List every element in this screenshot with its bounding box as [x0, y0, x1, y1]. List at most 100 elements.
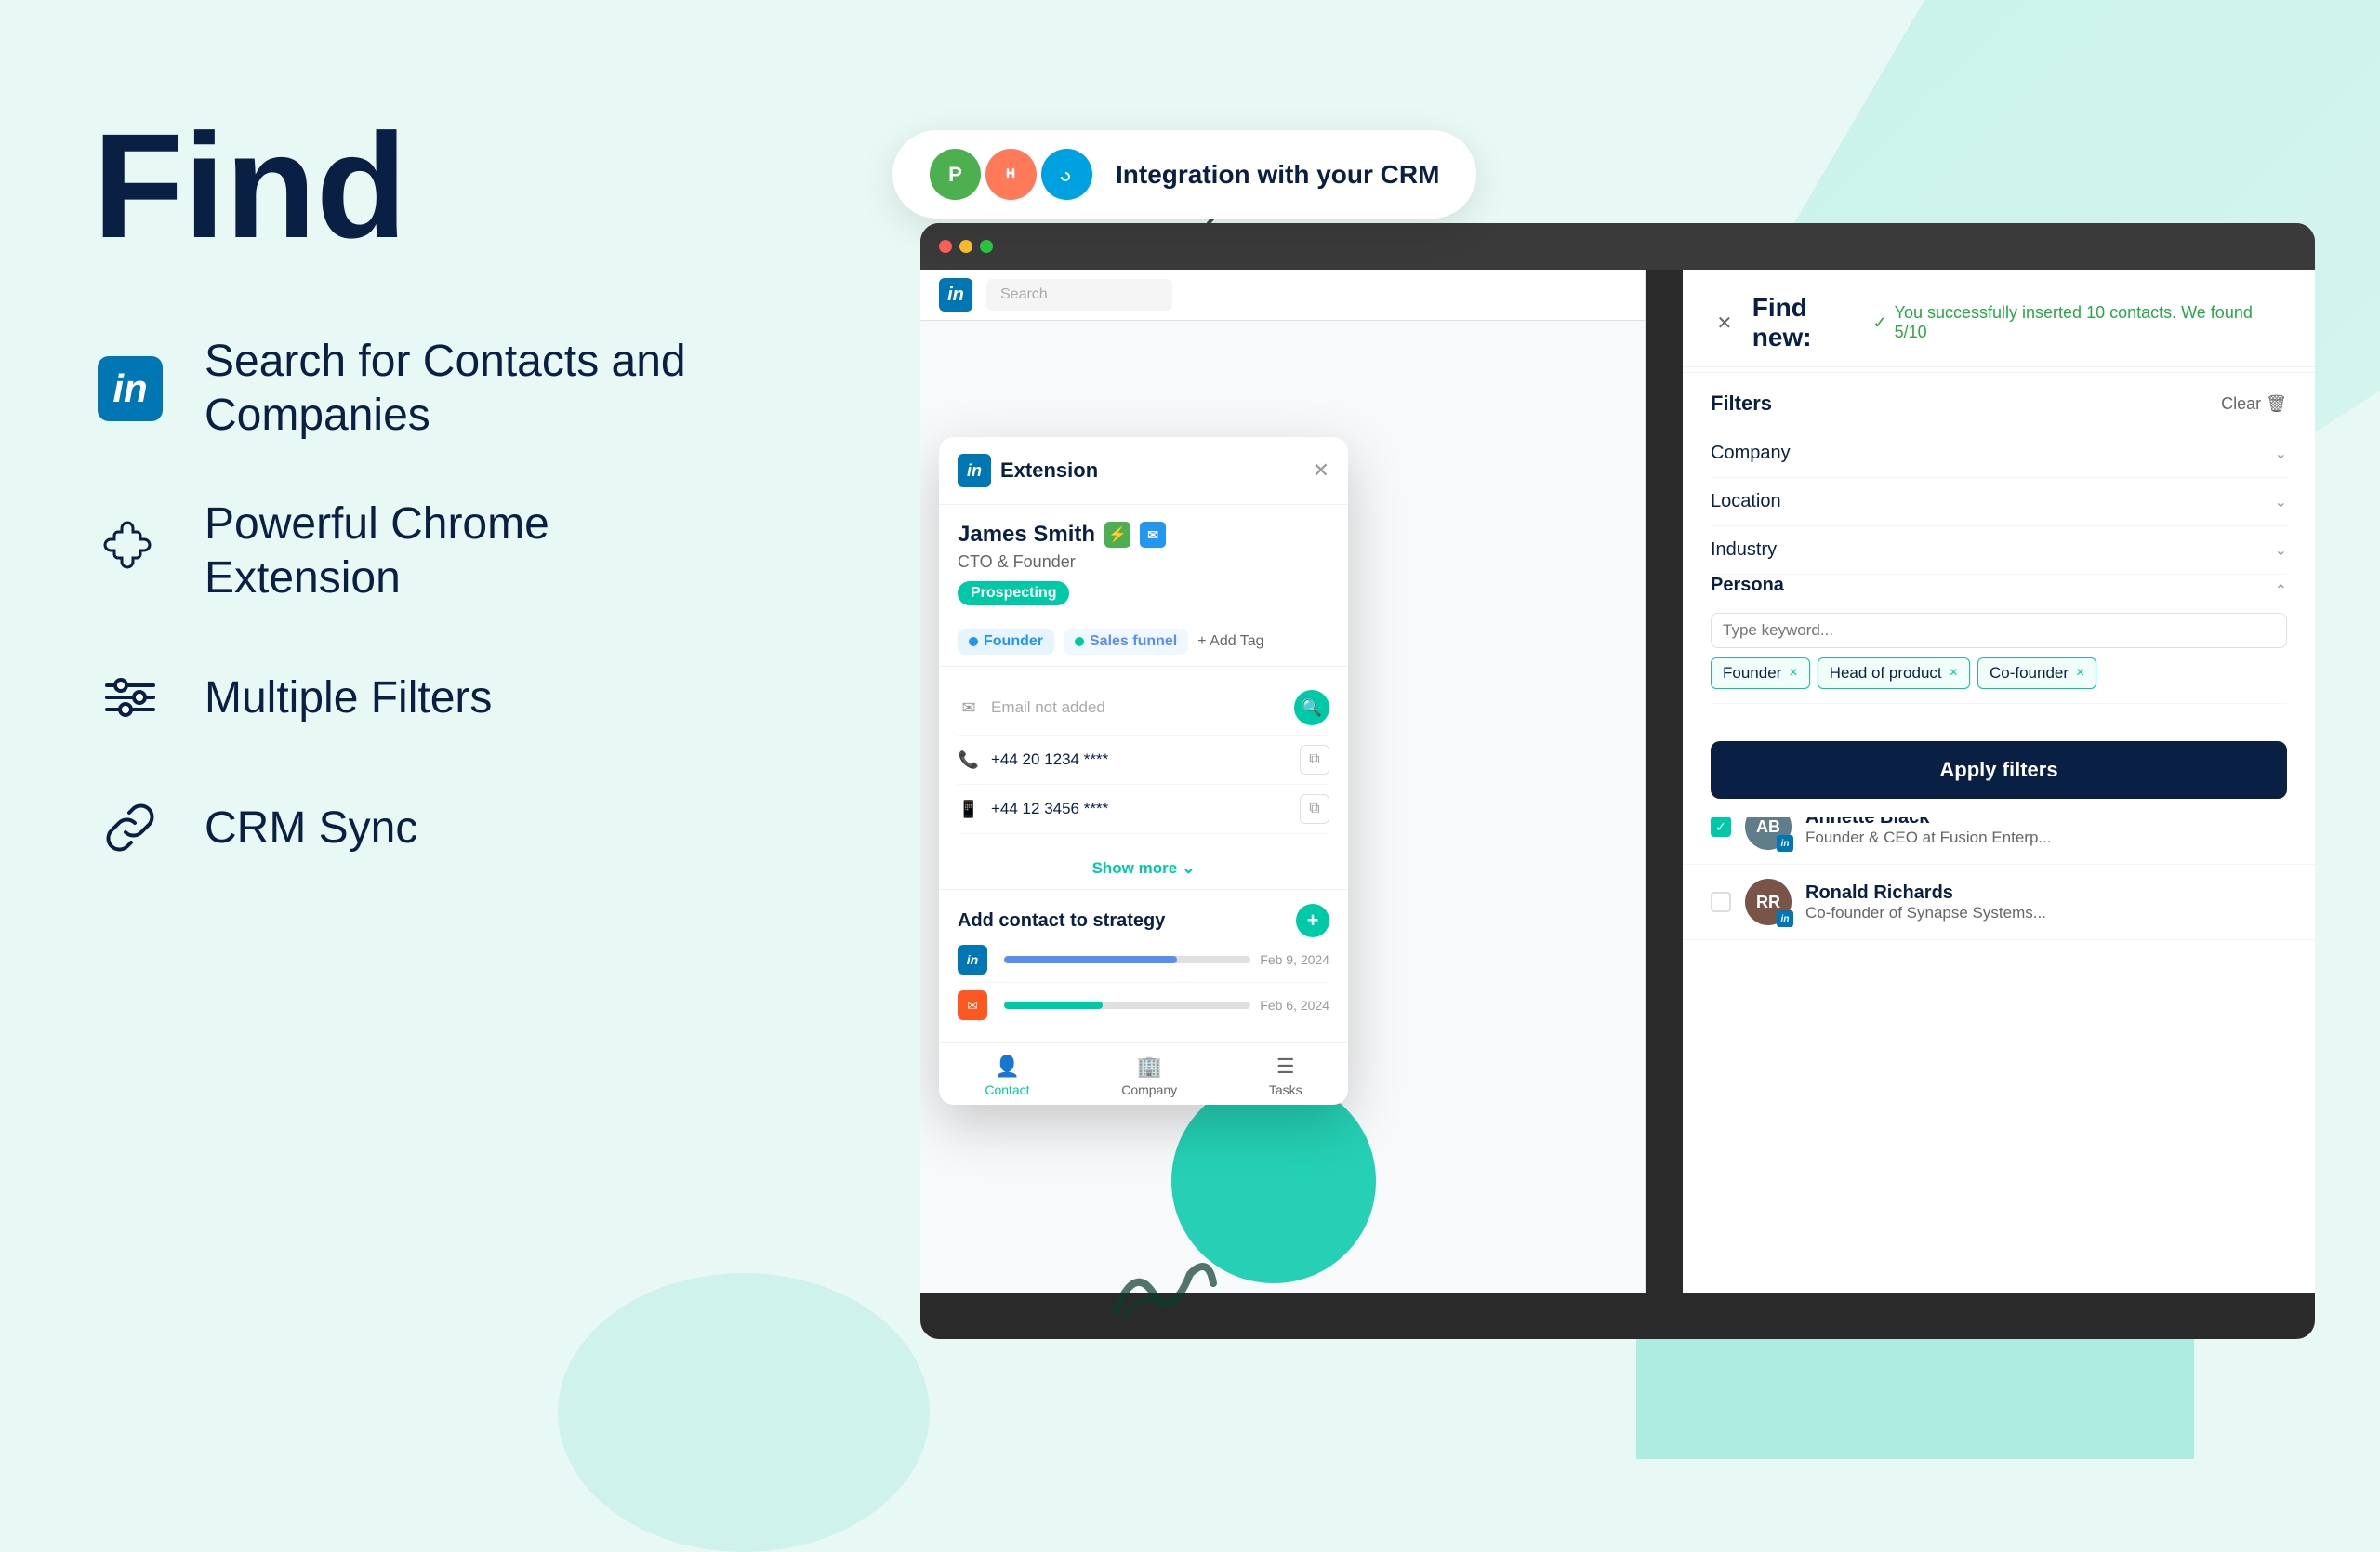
puzzle-icon	[93, 514, 167, 589]
filter-location-row[interactable]: Location ⌄	[1711, 478, 2287, 526]
extension-close-button[interactable]: ✕	[1313, 458, 1329, 483]
feature-item-linkedin: in Search for Contacts andCompanies	[93, 335, 744, 442]
email-icon: ✉	[958, 696, 980, 719]
sales-funnel-tag[interactable]: Sales funnel	[1064, 629, 1188, 655]
filter-overlay: Filters Clear 🗑 Company ⌄ Location ⌄	[1683, 372, 2315, 817]
extension-title: Extension	[1000, 458, 1098, 483]
contact-avatar-ronald: RR in	[1745, 879, 1792, 925]
feature-text-filters: Multiple Filters	[205, 671, 492, 725]
linkedin-icon: in	[93, 352, 167, 426]
phone-icon: 📞	[958, 749, 980, 771]
strategy-item-1: in Feb 9, 2024	[958, 937, 1329, 983]
salesforce-icon	[1041, 149, 1092, 200]
brush-stroke-decoration	[1106, 1246, 1218, 1320]
extension-popup: in Extension ✕ James Smith ⚡ ✉ CTO & Fou…	[939, 437, 1348, 1105]
dot-icon	[1075, 637, 1084, 646]
bg-li-logo: in	[939, 278, 972, 312]
chevron-up-icon: ⌃	[2275, 581, 2287, 600]
chevron-down-icon: ⌄	[2275, 444, 2287, 463]
filters-icon	[93, 660, 167, 735]
right-section: P Integration with your CRM in Search	[800, 74, 2380, 1376]
left-section: Find in Search for Contacts andCompanies…	[93, 112, 744, 865]
feature-text-crm: CRM Sync	[205, 802, 417, 856]
add-tag-button[interactable]: + Add Tag	[1197, 633, 1263, 650]
phone1-value: +44 20 1234 ****	[991, 750, 1108, 769]
chevron-down-icon: ⌄	[2275, 541, 2287, 560]
remove-head-tag-button[interactable]: ×	[1950, 665, 1958, 682]
persona-search-input[interactable]	[1711, 613, 2287, 648]
li-badge: in	[1777, 835, 1793, 852]
apply-filters-button[interactable]: Apply filters	[1711, 741, 2287, 799]
contact-info-ronald: Ronald Richards Co-founder of Synapse Sy…	[1805, 882, 2287, 922]
bolt-icon: ⚡	[1104, 522, 1130, 548]
phone2-value: +44 12 3456 ****	[991, 800, 1108, 818]
feature-text-linkedin: Search for Contacts andCompanies	[205, 335, 686, 442]
find-new-title: Find new:	[1752, 293, 1873, 352]
filter-clear-button[interactable]: Clear 🗑	[2221, 394, 2287, 414]
filter-header: Filters Clear 🗑	[1711, 391, 2287, 416]
mobile-icon: 📱	[958, 798, 980, 820]
strategy-date-2: Feb 6, 2024	[1260, 998, 1329, 1013]
contact-role: CTO & Founder	[958, 552, 1329, 572]
chevron-down-icon: ⌄	[2275, 493, 2287, 511]
filter-company-row[interactable]: Company ⌄	[1711, 430, 2287, 478]
founder-tag[interactable]: Founder	[958, 629, 1054, 655]
feature-item-filters: Multiple Filters	[93, 660, 744, 735]
filter-panel: Filters Clear 🗑 Company ⌄ Location ⌄	[1683, 373, 2315, 723]
add-strategy-button[interactable]: +	[1296, 904, 1329, 937]
extension-bottom-nav: 👤 Contact 🏢 Company ☰ Tasks	[939, 1042, 1348, 1105]
find-new-close-button[interactable]: ✕	[1711, 309, 1739, 337]
copy-phone2-button[interactable]: ⧉	[1300, 794, 1329, 824]
nav-tasks[interactable]: ☰ Tasks	[1269, 1055, 1302, 1097]
persona-filter-label: Persona	[1711, 575, 1784, 596]
persona-tag-cofounder: Co-founder ×	[1977, 657, 2096, 689]
contact-details: ✉ Email not added 🔍 📞 +44 20 1234 **** ⧉	[939, 667, 1348, 848]
browser-minimize-dot	[959, 240, 972, 253]
show-more-button[interactable]: Show more ⌄	[939, 848, 1348, 889]
remove-cofounder-tag-button[interactable]: ×	[2076, 665, 2084, 682]
persona-tags: Founder × Head of product × Co-founder ×	[1711, 657, 2287, 689]
extension-header: in Extension ✕	[939, 437, 1348, 505]
contact-checkbox-annette[interactable]: ✓	[1711, 816, 1731, 837]
email-row: ✉ Email not added 🔍	[958, 681, 1329, 736]
hero-title: Find	[93, 112, 744, 260]
success-message: ✓ You successfully inserted 10 contacts.…	[1873, 303, 2287, 342]
bg-li-topbar: in Search	[920, 270, 1645, 321]
crm-bubble: P Integration with your CRM	[892, 130, 1476, 219]
nav-contact[interactable]: 👤 Contact	[985, 1055, 1029, 1097]
filter-industry-label: Industry	[1711, 539, 1777, 561]
filter-location-label: Location	[1711, 491, 1781, 512]
prospecting-tag: Prospecting	[958, 581, 1069, 605]
contact-title-ronald: Co-founder of Synapse Systems...	[1805, 904, 2287, 922]
li-badge: in	[1777, 910, 1793, 927]
success-check-icon: ✓	[1873, 313, 1887, 333]
tasks-nav-icon: ☰	[1276, 1055, 1295, 1079]
message-icon: ✉	[1140, 522, 1166, 548]
search-email-button[interactable]: 🔍	[1294, 690, 1329, 725]
email-strategy-icon: ✉	[958, 990, 987, 1020]
link-icon	[93, 790, 167, 865]
nav-company[interactable]: 🏢 Company	[1121, 1055, 1177, 1097]
filter-industry-row[interactable]: Industry ⌄	[1711, 526, 2287, 575]
strategy-progress-bar	[1004, 956, 1250, 963]
browser-container: in Search ✕ Find new: ✓ You successfully…	[920, 223, 2315, 1339]
extension-title-row: in Extension	[958, 454, 1098, 487]
persona-filter-section: Persona ⌃ Founder × Head of product ×	[1711, 575, 2287, 704]
remove-founder-tag-button[interactable]: ×	[1789, 665, 1797, 682]
bg-search-input: Search	[986, 279, 1172, 311]
feature-text-extension: Powerful ChromeExtension	[205, 497, 549, 604]
browser-bar	[920, 223, 2315, 270]
contact-title-annette: Founder & CEO at Fusion Enterp...	[1805, 829, 2287, 847]
success-text: You successfully inserted 10 contacts. W…	[1895, 303, 2287, 342]
strategy-date-1: Feb 9, 2024	[1260, 952, 1329, 967]
filter-company-label: Company	[1711, 443, 1791, 464]
find-new-panel: ✕ Find new: ✓ You successfully inserted …	[1683, 270, 2315, 1293]
strategy-progress-bar-2	[1004, 1002, 1250, 1009]
feature-list: in Search for Contacts andCompanies Powe…	[93, 335, 744, 865]
contact-nav-icon: 👤	[995, 1055, 1020, 1079]
contact-checkbox-ronald[interactable]	[1711, 892, 1731, 912]
copy-phone1-button[interactable]: ⧉	[1300, 745, 1329, 775]
dot-icon	[969, 637, 978, 646]
chevron-down-icon: ⌄	[1182, 859, 1195, 878]
contact-actions-row: Founder Sales funnel + Add Tag	[939, 617, 1348, 667]
